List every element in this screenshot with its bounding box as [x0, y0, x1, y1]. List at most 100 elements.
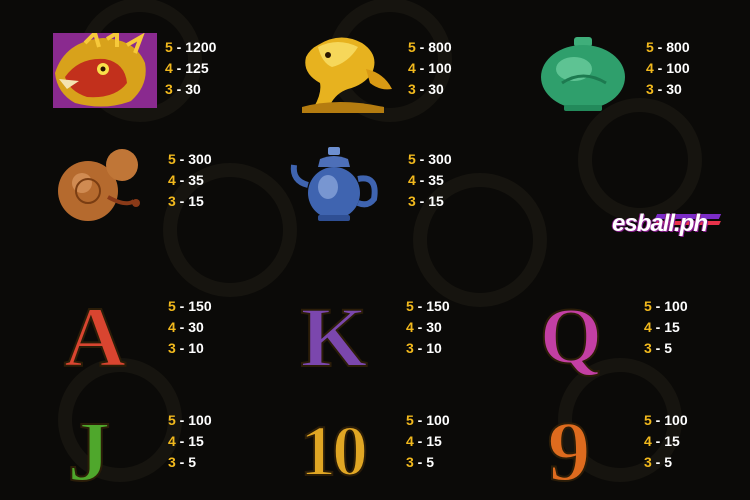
payout-row: 4 - 30	[406, 317, 450, 338]
payout-amount: 100	[664, 298, 688, 314]
payout-amount: 30	[185, 81, 201, 97]
payout-row: 5 - 100	[644, 296, 688, 317]
dragon-head-icon	[45, 33, 157, 123]
match-count: 3	[406, 454, 414, 470]
paytable-entry-ten: 10 5 - 100 4 - 15 3 - 5	[286, 406, 516, 496]
letter-a-symbol: A	[63, 289, 127, 385]
separator: -	[653, 81, 667, 97]
payout-amount: 300	[188, 151, 212, 167]
separator: -	[413, 433, 427, 449]
payout-row: 5 - 100	[644, 410, 688, 431]
paytable-entry-gourd: 5 - 300 4 - 35 3 - 15	[48, 145, 278, 235]
separator: -	[172, 81, 186, 97]
match-count: 5	[646, 39, 654, 55]
payout-row: 3 - 10	[406, 338, 450, 359]
match-count: 3	[646, 81, 654, 97]
payout-amount: 15	[664, 319, 680, 335]
letter-q-symbol: Q	[539, 293, 603, 381]
payout-amount: 30	[188, 319, 204, 335]
paytable-entry-k: K 5 - 150 4 - 30 3 - 10	[286, 292, 516, 382]
match-count: 3	[644, 454, 652, 470]
payout-amount: 5	[426, 454, 435, 470]
payout-amount: 30	[428, 81, 444, 97]
payout-amount: 5	[188, 454, 197, 470]
payout-row: 3 - 15	[408, 191, 452, 212]
separator: -	[175, 172, 189, 188]
separator: -	[172, 60, 186, 76]
payout-amount: 10	[188, 340, 204, 356]
separator: -	[651, 340, 665, 356]
payout-amount: 100	[426, 412, 450, 428]
letter-j-symbol: J	[67, 403, 112, 499]
match-count: 3	[168, 193, 176, 209]
separator: -	[415, 39, 429, 55]
payout-list: 5 - 150 4 - 30 3 - 10	[168, 296, 212, 359]
payout-row: 4 - 15	[644, 317, 688, 338]
payout-list: 5 - 100 4 - 15 3 - 5	[168, 410, 212, 473]
payout-row: 3 - 5	[644, 338, 688, 359]
match-count: 5	[408, 39, 416, 55]
payout-row: 4 - 15	[644, 431, 688, 452]
separator: -	[415, 81, 429, 97]
match-count: 3	[165, 81, 173, 97]
paytable-entry-q: Q 5 - 100 4 - 15 3 - 5	[524, 292, 750, 382]
payout-row: 4 - 35	[408, 170, 452, 191]
match-count: 4	[408, 60, 416, 76]
match-count: 3	[644, 340, 652, 356]
separator: -	[415, 172, 429, 188]
match-count: 3	[408, 193, 416, 209]
paytable-entry-nine: 9 5 - 100 4 - 15 3 - 5	[524, 406, 750, 496]
payout-amount: 15	[428, 193, 444, 209]
match-count: 5	[168, 412, 176, 428]
payout-amount: 800	[428, 39, 452, 55]
gourd-icon	[48, 145, 158, 235]
separator: -	[175, 298, 189, 314]
separator: -	[172, 39, 186, 55]
payout-row: 5 - 800	[408, 37, 452, 58]
match-count: 3	[168, 454, 176, 470]
watermark-text: esball.ph	[612, 210, 708, 237]
match-count: 3	[408, 81, 416, 97]
payout-row: 5 - 800	[646, 37, 690, 58]
payout-amount: 30	[666, 81, 682, 97]
separator: -	[415, 151, 429, 167]
payout-list: 5 - 100 4 - 15 3 - 5	[406, 410, 450, 473]
payout-row: 4 - 15	[168, 431, 212, 452]
payout-row: 4 - 35	[168, 170, 212, 191]
separator: -	[415, 60, 429, 76]
match-count: 4	[168, 319, 176, 335]
separator: -	[651, 412, 665, 428]
separator: -	[653, 39, 667, 55]
paytable-entry-dragon: 5 - 1200 4 - 125 3 - 30	[45, 33, 275, 123]
payout-amount: 15	[188, 193, 204, 209]
payout-row: 3 - 5	[406, 452, 450, 473]
payout-amount: 300	[428, 151, 452, 167]
separator: -	[651, 319, 665, 335]
payout-row: 4 - 100	[646, 58, 690, 79]
number-10-symbol: 10	[299, 411, 369, 491]
payout-amount: 100	[188, 412, 212, 428]
payout-row: 3 - 30	[165, 79, 216, 100]
payout-amount: 125	[185, 60, 209, 76]
separator: -	[651, 433, 665, 449]
payout-amount: 10	[426, 340, 442, 356]
payout-amount: 800	[666, 39, 690, 55]
match-count: 4	[165, 60, 173, 76]
match-count: 4	[644, 319, 652, 335]
match-count: 5	[165, 39, 173, 55]
payout-amount: 100	[664, 412, 688, 428]
payout-list: 5 - 100 4 - 15 3 - 5	[644, 410, 688, 473]
payout-row: 4 - 100	[408, 58, 452, 79]
match-count: 4	[408, 172, 416, 188]
golden-carp-icon	[288, 33, 398, 123]
payout-amount: 5	[664, 454, 673, 470]
separator: -	[413, 319, 427, 335]
separator: -	[651, 454, 665, 470]
esball-watermark-logo: esball.ph	[612, 208, 722, 246]
payout-row: 3 - 15	[168, 191, 212, 212]
separator: -	[175, 454, 189, 470]
payout-row: 5 - 100	[406, 410, 450, 431]
payout-list: 5 - 300 4 - 35 3 - 15	[168, 149, 212, 212]
payout-row: 4 - 125	[165, 58, 216, 79]
paytable-entry-j: J 5 - 100 4 - 15 3 - 5	[48, 406, 278, 496]
